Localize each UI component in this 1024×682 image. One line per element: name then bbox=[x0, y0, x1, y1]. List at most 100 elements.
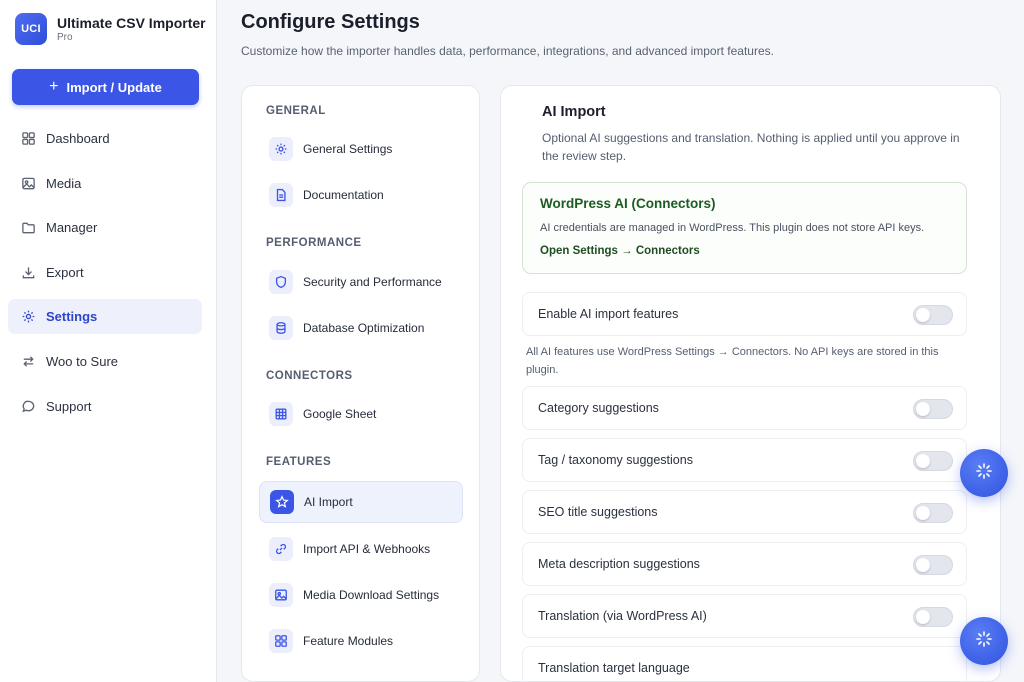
toggle-label: SEO title suggestions bbox=[538, 505, 658, 519]
folder-icon bbox=[20, 220, 36, 236]
gear-icon bbox=[20, 309, 36, 325]
toggle-label: Translation target language bbox=[538, 661, 690, 675]
toggle-knob bbox=[916, 558, 930, 572]
brand[interactable]: UCI Ultimate CSV Importer Pro bbox=[15, 13, 206, 45]
toggle-label: Enable AI import features bbox=[538, 307, 679, 321]
settings-item-documentation[interactable]: Documentation bbox=[259, 174, 463, 216]
toggle-label: Tag / taxonomy suggestions bbox=[538, 453, 693, 467]
nav-item-manager[interactable]: Manager bbox=[8, 210, 202, 245]
section-label-performance: PERFORMANCE bbox=[266, 237, 362, 249]
toggle-knob bbox=[916, 454, 930, 468]
tag-taxonomy-toggle[interactable] bbox=[913, 451, 953, 471]
settings-item-feature-modules[interactable]: Feature Modules bbox=[259, 620, 463, 662]
settings-item-label: Import API & Webhooks bbox=[303, 542, 431, 556]
nav-label: Manager bbox=[46, 220, 98, 236]
grid-icon bbox=[269, 629, 293, 653]
panel-description: Optional AI suggestions and translation.… bbox=[542, 131, 960, 163]
ai-import-panel: AI Import Optional AI suggestions and tr… bbox=[500, 85, 1001, 682]
nav-label: Export bbox=[46, 264, 84, 280]
settings-item-media-download[interactable]: Media Download Settings bbox=[259, 574, 463, 616]
seo-title-toggle[interactable] bbox=[913, 503, 953, 523]
brand-logo: UCI bbox=[15, 13, 47, 45]
toggle-label: Category suggestions bbox=[538, 401, 659, 415]
settings-item-label: Google Sheet bbox=[303, 407, 377, 421]
image-icon bbox=[20, 175, 36, 191]
section-label-general: GENERAL bbox=[266, 105, 326, 117]
wordpress-ai-title: WordPress AI (Connectors) bbox=[540, 196, 716, 211]
toggle-label: Translation (via WordPress AI) bbox=[538, 609, 707, 623]
category-suggestions-toggle[interactable] bbox=[913, 399, 953, 419]
page-subtitle: Customize how the importer handles data,… bbox=[241, 44, 774, 58]
brand-name: Ultimate CSV Importer bbox=[57, 14, 206, 31]
shield-icon bbox=[269, 270, 293, 294]
toggle-knob bbox=[916, 308, 930, 322]
spinner-icon bbox=[975, 462, 993, 485]
settings-item-label: Database Optimization bbox=[303, 321, 425, 335]
translation-target-language-row: Translation target language bbox=[522, 646, 967, 681]
translation-toggle[interactable] bbox=[913, 607, 953, 627]
enable-ai-toggle[interactable] bbox=[913, 305, 953, 325]
nav-item-dashboard[interactable]: Dashboard bbox=[8, 121, 202, 156]
main-nav: Dashboard Media Manager Export Settings bbox=[8, 121, 202, 433]
toggle-knob bbox=[916, 506, 930, 520]
grid-icon bbox=[20, 131, 36, 147]
brand-edition: Pro bbox=[57, 31, 73, 43]
settings-item-general[interactable]: General Settings bbox=[259, 128, 463, 170]
swap-icon bbox=[20, 353, 36, 369]
seo-title-row: SEO title suggestions bbox=[522, 490, 967, 534]
panel-title: AI Import bbox=[542, 104, 606, 120]
page-title: Configure Settings bbox=[241, 11, 420, 33]
wordpress-ai-box: WordPress AI (Connectors) AI credentials… bbox=[522, 182, 967, 274]
category-suggestions-row: Category suggestions bbox=[522, 386, 967, 430]
settings-item-label: Feature Modules bbox=[303, 634, 394, 648]
toggle-label: Meta description suggestions bbox=[538, 557, 700, 571]
link-icon bbox=[269, 537, 293, 561]
import-update-button[interactable]: + Import / Update bbox=[12, 69, 199, 105]
settings-item-ai-import[interactable]: AI Import bbox=[259, 481, 463, 523]
brand-text: Ultimate CSV Importer Pro bbox=[57, 15, 206, 44]
meta-description-row: Meta description suggestions bbox=[522, 542, 967, 586]
image-icon bbox=[269, 583, 293, 607]
nav-label: Support bbox=[46, 398, 92, 414]
nav-label: Settings bbox=[46, 309, 98, 325]
chat-icon bbox=[20, 398, 36, 414]
star-icon bbox=[270, 490, 294, 514]
settings-item-label: General Settings bbox=[303, 142, 393, 156]
settings-item-database-optimization[interactable]: Database Optimization bbox=[259, 307, 463, 349]
nav-label: Woo to Sure bbox=[46, 353, 119, 369]
settings-item-label: AI Import bbox=[304, 495, 353, 509]
plus-icon: + bbox=[49, 78, 59, 95]
tag-taxonomy-row: Tag / taxonomy suggestions bbox=[522, 438, 967, 482]
section-label-features: FEATURES bbox=[266, 456, 332, 468]
floating-assistant-button[interactable] bbox=[960, 449, 1008, 497]
settings-item-import-api-webhooks[interactable]: Import API & Webhooks bbox=[259, 528, 463, 570]
wordpress-ai-text: AI credentials are managed in WordPress.… bbox=[540, 222, 925, 234]
spinner-icon bbox=[975, 630, 993, 653]
settings-item-security-performance[interactable]: Security and Performance bbox=[259, 261, 463, 303]
nav-label: Media bbox=[46, 175, 82, 191]
nav-item-export[interactable]: Export bbox=[8, 255, 202, 290]
settings-item-label: Security and Performance bbox=[303, 275, 442, 289]
enable-ai-row: Enable AI import features bbox=[522, 292, 967, 336]
ai-note: All AI features use WordPress Settings →… bbox=[526, 346, 939, 376]
translation-row: Translation (via WordPress AI) bbox=[522, 594, 967, 638]
nav-item-media[interactable]: Media bbox=[8, 166, 202, 201]
nav-item-woo-to-sure[interactable]: Woo to Sure bbox=[8, 344, 202, 379]
meta-description-toggle[interactable] bbox=[913, 555, 953, 575]
settings-item-label: Media Download Settings bbox=[303, 588, 440, 602]
settings-nav: GENERAL General Settings Documentation P… bbox=[241, 85, 480, 682]
nav-item-support[interactable]: Support bbox=[8, 389, 202, 424]
document-icon bbox=[269, 183, 293, 207]
open-connectors-link[interactable]: Open Settings → Connectors bbox=[540, 245, 700, 257]
settings-item-label: Documentation bbox=[303, 188, 384, 202]
toggle-knob bbox=[916, 402, 930, 416]
nav-item-settings[interactable]: Settings bbox=[8, 299, 202, 335]
floating-assistant-button-secondary[interactable] bbox=[960, 617, 1008, 665]
gear-icon bbox=[269, 137, 293, 161]
database-icon bbox=[269, 316, 293, 340]
settings-item-google-sheet[interactable]: Google Sheet bbox=[259, 393, 463, 435]
nav-label: Dashboard bbox=[46, 131, 110, 146]
table-icon bbox=[269, 402, 293, 426]
sidebar: UCI Ultimate CSV Importer Pro + Import /… bbox=[0, 0, 217, 682]
section-label-connectors: CONNECTORS bbox=[266, 370, 353, 382]
